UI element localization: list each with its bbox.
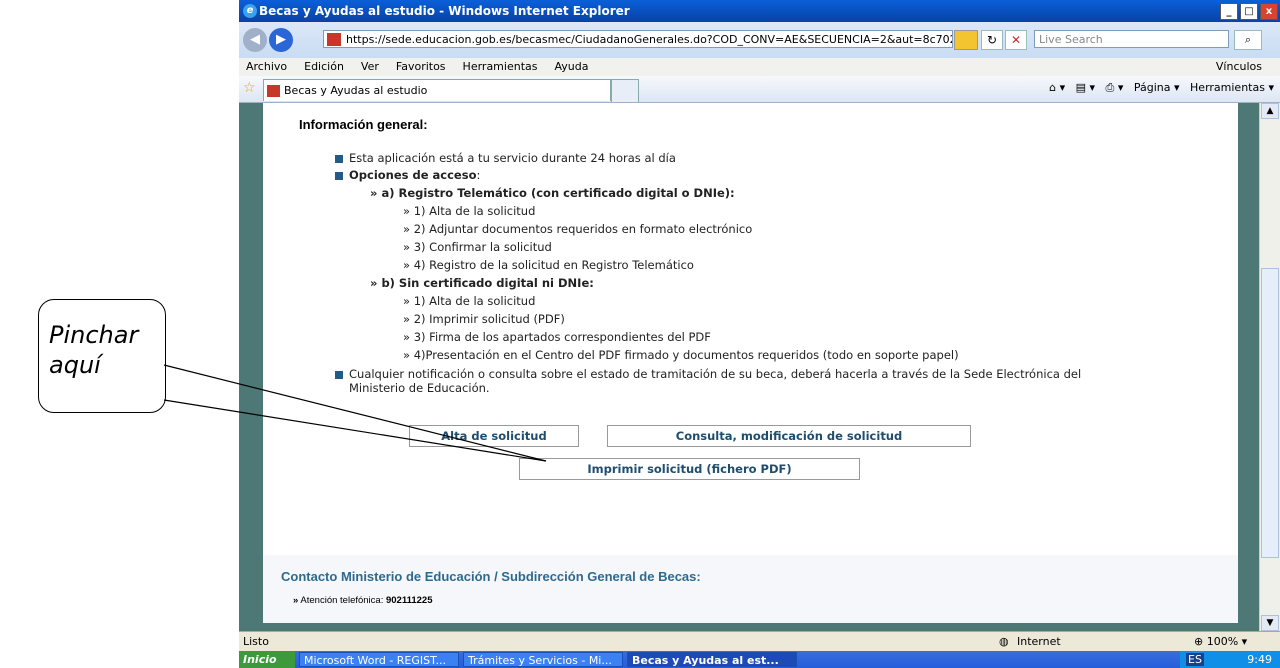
callout-pointer xyxy=(163,364,547,462)
